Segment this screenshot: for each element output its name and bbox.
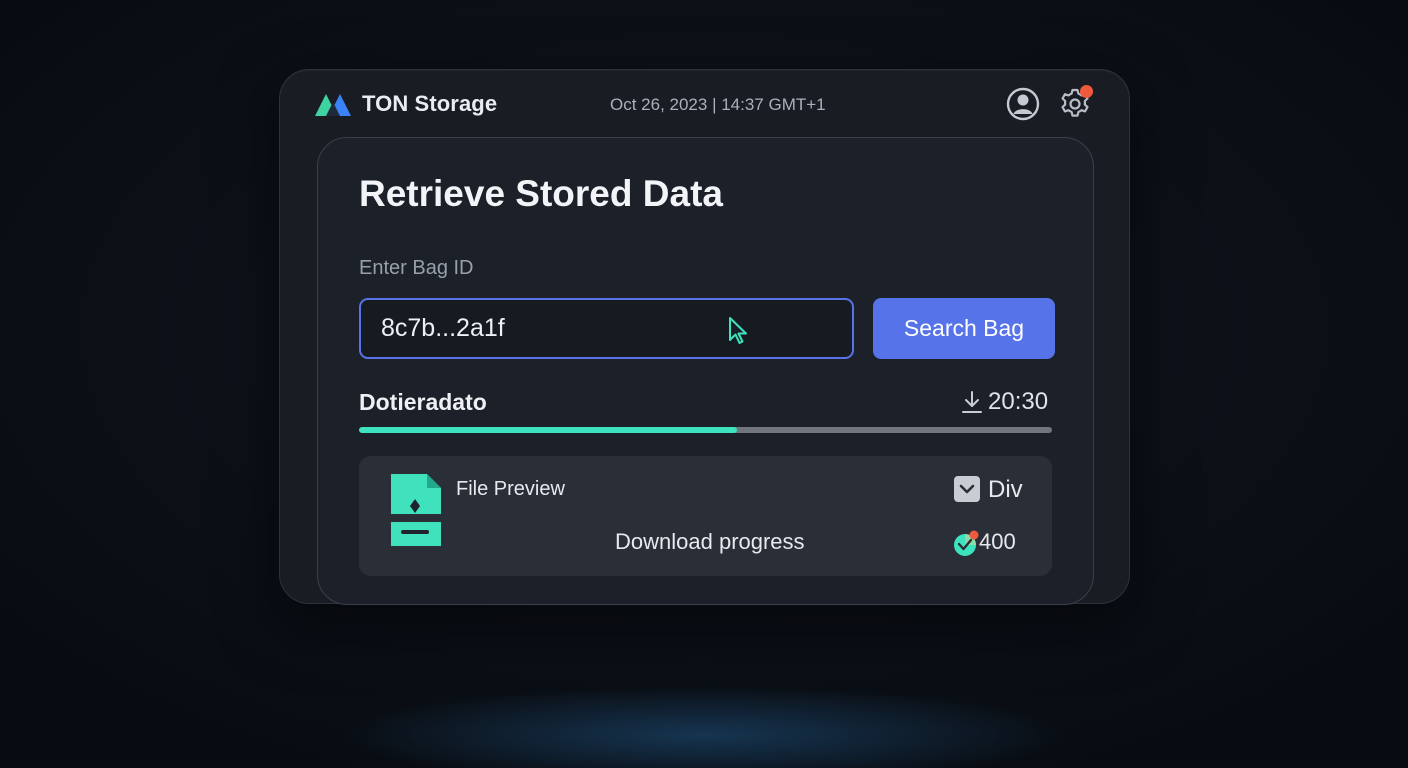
download-time: 20:30 [988, 388, 1049, 415]
bag-id-input[interactable] [359, 298, 854, 359]
app-title: TON Storage [362, 91, 498, 116]
div-label: Div [988, 476, 1023, 503]
search-bag-button[interactable]: Search Bag [873, 298, 1055, 359]
peer-status-icon [954, 530, 979, 556]
download-progress-bar [359, 427, 1052, 433]
user-avatar-icon[interactable] [1006, 87, 1040, 121]
file-document-icon [388, 474, 442, 546]
file-preview-card[interactable]: File Preview Download progress Div 400 [359, 456, 1052, 576]
div-checkbox[interactable] [954, 476, 980, 502]
retrieve-panel: Retrieve Stored Data Enter Bag ID Search… [317, 137, 1094, 605]
notification-dot [1080, 85, 1093, 98]
app-window: TON Storage Oct 26, 2023 | 14:37 GMT+1 R… [279, 69, 1130, 605]
peer-count: 400 [979, 529, 1016, 554]
download-icon[interactable] [961, 390, 983, 414]
chevron-down-icon [959, 484, 975, 494]
download-progress-fill [359, 427, 737, 433]
download-progress-label: Download progress [615, 529, 805, 554]
download-file-name: Dotieradato [359, 389, 487, 415]
mouse-pointer-icon [729, 317, 747, 344]
bag-id-label: Enter Bag ID [359, 257, 474, 279]
datetime-display: Oct 26, 2023 | 14:37 GMT+1 [610, 95, 826, 114]
ton-logo-icon [315, 94, 351, 116]
file-preview-label: File Preview [456, 478, 565, 500]
page-title: Retrieve Stored Data [359, 173, 723, 214]
